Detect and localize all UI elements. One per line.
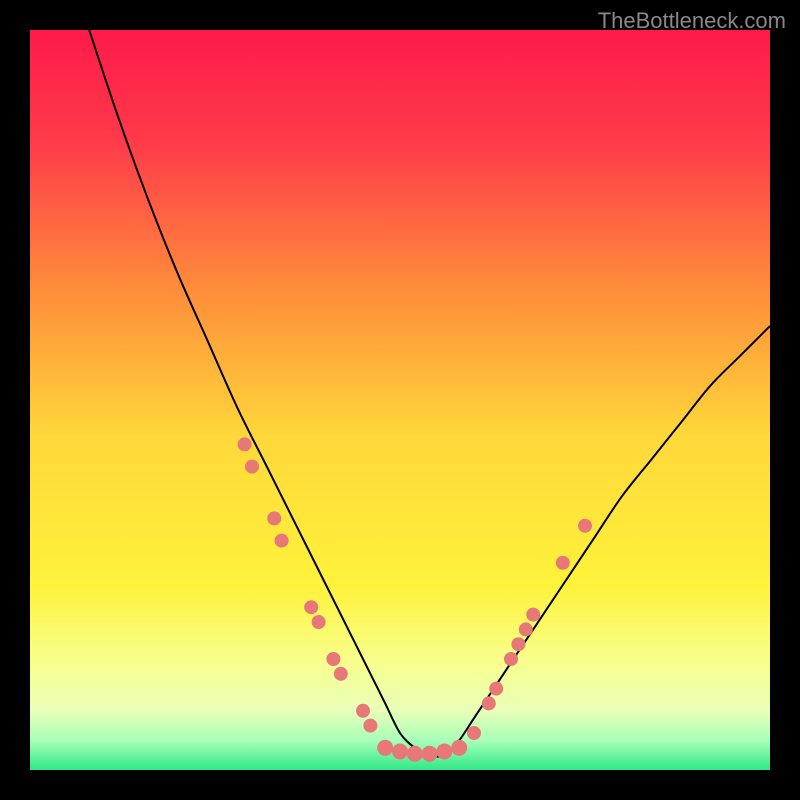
data-marker (482, 696, 496, 710)
data-marker (275, 534, 289, 548)
data-marker (377, 740, 393, 756)
data-marker (511, 637, 525, 651)
gradient-background (30, 30, 770, 770)
data-marker (504, 652, 518, 666)
data-marker (526, 608, 540, 622)
data-marker (436, 744, 452, 760)
data-marker (392, 744, 408, 760)
data-marker (451, 740, 467, 756)
data-marker (312, 615, 326, 629)
data-marker (363, 719, 377, 733)
data-marker (489, 682, 503, 696)
data-marker (467, 726, 481, 740)
data-marker (334, 667, 348, 681)
data-marker (407, 746, 423, 762)
data-marker (267, 511, 281, 525)
data-marker (245, 460, 259, 474)
data-marker (556, 556, 570, 570)
bottleneck-chart (30, 30, 770, 770)
watermark-text: TheBottleneck.com (598, 8, 786, 34)
data-marker (304, 600, 318, 614)
data-marker (326, 652, 340, 666)
data-marker (519, 622, 533, 636)
data-marker (238, 437, 252, 451)
data-marker (356, 704, 370, 718)
data-marker (578, 519, 592, 533)
data-marker (422, 746, 438, 762)
chart-plot-area (30, 30, 770, 770)
